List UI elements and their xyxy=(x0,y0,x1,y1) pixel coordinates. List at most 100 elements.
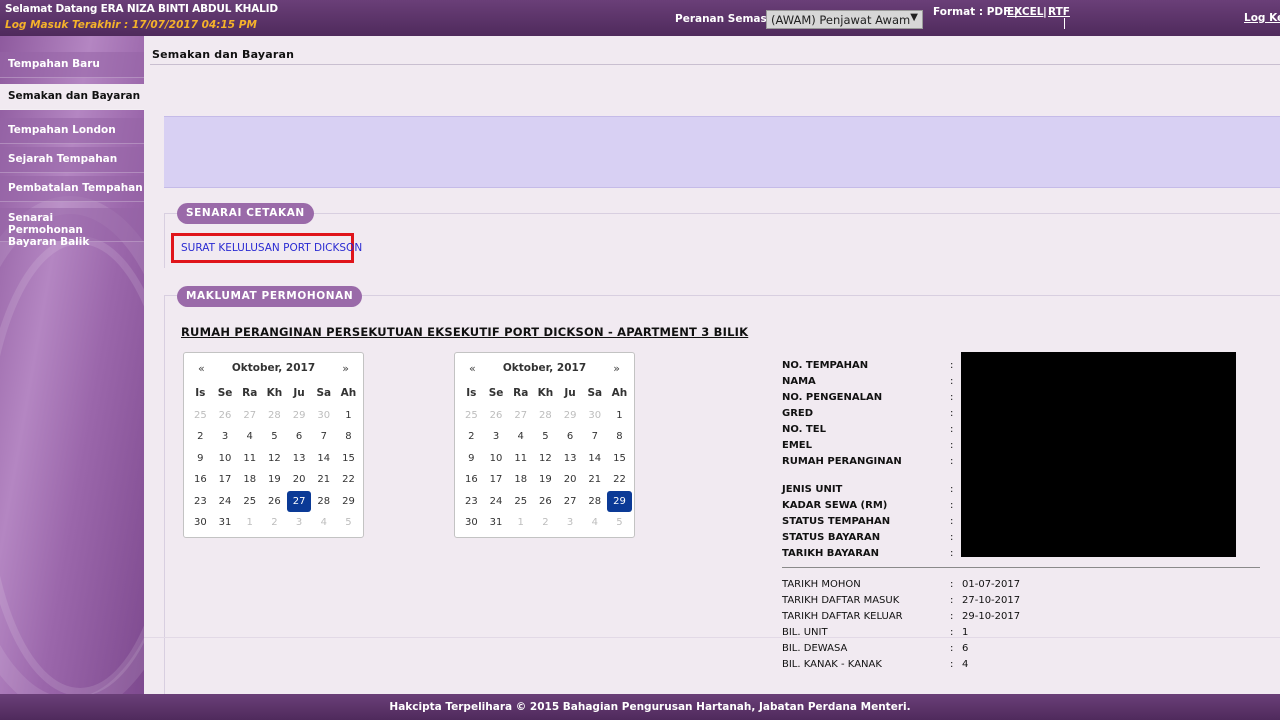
calendar-day[interactable]: 27 xyxy=(237,405,262,427)
calendar-day[interactable]: 20 xyxy=(558,469,583,491)
calendar-day[interactable]: 12 xyxy=(262,448,287,470)
calendar-day[interactable]: 7 xyxy=(582,426,607,448)
sidebar-item-tempahan-london[interactable]: Tempahan London xyxy=(0,118,144,144)
calendar-day[interactable]: 27 xyxy=(508,405,533,427)
calendar-day[interactable]: 22 xyxy=(607,469,632,491)
calendar-day[interactable]: 5 xyxy=(262,426,287,448)
calendar-day[interactable]: 1 xyxy=(336,405,361,427)
calendar-day-selected[interactable]: 29 xyxy=(607,490,632,512)
calendar-day[interactable]: 28 xyxy=(311,491,336,513)
calendar-day[interactable]: 17 xyxy=(213,469,238,491)
calendar-day[interactable]: 28 xyxy=(533,405,558,427)
calendar-day[interactable]: 30 xyxy=(459,512,484,534)
calendar-day[interactable]: 25 xyxy=(459,405,484,427)
sidebar-item-sejarah-tempahan[interactable]: Sejarah Tempahan xyxy=(0,147,144,173)
calendar-day[interactable]: 22 xyxy=(336,469,361,491)
calendar-day[interactable]: 4 xyxy=(237,426,262,448)
calendar-day[interactable]: 12 xyxy=(533,448,558,470)
calendar-day[interactable]: 9 xyxy=(188,448,213,470)
calendar-day[interactable]: 21 xyxy=(311,469,336,491)
calendar-day[interactable]: 17 xyxy=(484,469,509,491)
calendar-day[interactable]: 29 xyxy=(558,405,583,427)
print-letter-link[interactable]: SURAT KELULUSAN PORT DICKSON xyxy=(181,242,362,254)
calendar-day[interactable]: 14 xyxy=(582,448,607,470)
calendar-day[interactable]: 1 xyxy=(607,405,632,427)
calendar-day[interactable]: 14 xyxy=(311,448,336,470)
calendar-day[interactable]: 26 xyxy=(262,491,287,513)
calendar-day[interactable]: 6 xyxy=(287,426,312,448)
calendar-day[interactable]: 5 xyxy=(336,512,361,534)
calendar-day[interactable]: 3 xyxy=(484,426,509,448)
calendar-day[interactable]: 29 xyxy=(336,491,361,513)
calendar-day[interactable]: 24 xyxy=(484,491,509,513)
calendar-day[interactable]: 4 xyxy=(311,512,336,534)
format-excel-link[interactable]: EXCEL xyxy=(1007,6,1043,18)
calendar-day[interactable]: 8 xyxy=(336,426,361,448)
calendar-day[interactable]: 31 xyxy=(484,512,509,534)
checkin-calendar[interactable]: « Oktober, 2017 » Is Se Ra Kh Ju Sa Ah 25 26 27 28… xyxy=(183,352,364,538)
role-select[interactable]: (AWAM) Penjawat Awam ▼ xyxy=(766,10,923,29)
calendar-day[interactable]: 2 xyxy=(533,512,558,534)
calendar-day[interactable]: 30 xyxy=(311,405,336,427)
next-month-icon[interactable]: » xyxy=(342,362,349,375)
calendar-day-selected[interactable]: 27 xyxy=(286,490,312,512)
logout-link[interactable]: Log Keluar xyxy=(1244,12,1280,24)
calendar-day[interactable]: 3 xyxy=(558,512,583,534)
calendar-day[interactable]: 18 xyxy=(508,469,533,491)
format-rtf-link[interactable]: RTF xyxy=(1048,6,1070,18)
calendar-day[interactable]: 26 xyxy=(213,405,238,427)
calendar-day[interactable]: 23 xyxy=(459,491,484,513)
sidebar-item-bayaran-balik[interactable]: Senarai Permohonan Bayaran Balik xyxy=(0,208,144,248)
next-month-icon[interactable]: » xyxy=(613,362,620,375)
calendar-day[interactable]: 30 xyxy=(582,405,607,427)
calendar-day[interactable]: 15 xyxy=(607,448,632,470)
calendar-day[interactable]: 2 xyxy=(188,426,213,448)
calendar-day[interactable]: 10 xyxy=(213,448,238,470)
calendar-day[interactable]: 6 xyxy=(558,426,583,448)
calendar-day[interactable]: 18 xyxy=(237,469,262,491)
calendar-day[interactable]: 1 xyxy=(508,512,533,534)
sidebar-item-tempahan-baru[interactable]: Tempahan Baru xyxy=(0,52,144,78)
calendar-day[interactable]: 31 xyxy=(213,512,238,534)
format-pdf-link[interactable]: Format : PDF | xyxy=(933,6,1018,18)
calendar-day[interactable]: 16 xyxy=(188,469,213,491)
calendar-day[interactable]: 30 xyxy=(188,512,213,534)
calendar-day[interactable]: 13 xyxy=(287,448,312,470)
calendar-day[interactable]: 16 xyxy=(459,469,484,491)
calendar-day[interactable]: 2 xyxy=(459,426,484,448)
calendar-day[interactable]: 28 xyxy=(582,491,607,513)
calendar-day[interactable]: 11 xyxy=(237,448,262,470)
calendar-day[interactable]: 1 xyxy=(237,512,262,534)
calendar-day[interactable]: 3 xyxy=(287,512,312,534)
sidebar-item-pembatalan-tempahan[interactable]: Pembatalan Tempahan xyxy=(0,176,144,202)
calendar-day[interactable]: 10 xyxy=(484,448,509,470)
calendar-day[interactable]: 26 xyxy=(484,405,509,427)
calendar-day[interactable]: 24 xyxy=(213,491,238,513)
calendar-day[interactable]: 28 xyxy=(262,405,287,427)
calendar-day[interactable]: 29 xyxy=(287,405,312,427)
calendar-day[interactable]: 25 xyxy=(237,491,262,513)
calendar-day[interactable]: 4 xyxy=(508,426,533,448)
calendar-day[interactable]: 9 xyxy=(459,448,484,470)
calendar-day[interactable]: 2 xyxy=(262,512,287,534)
calendar-day[interactable]: 25 xyxy=(508,491,533,513)
calendar-day[interactable]: 19 xyxy=(533,469,558,491)
calendar-day[interactable]: 5 xyxy=(607,512,632,534)
calendar-day[interactable]: 13 xyxy=(558,448,583,470)
calendar-day[interactable]: 23 xyxy=(188,491,213,513)
calendar-day[interactable]: 20 xyxy=(287,469,312,491)
calendar-day[interactable]: 27 xyxy=(558,491,583,513)
calendar-day[interactable]: 8 xyxy=(607,426,632,448)
calendar-day[interactable]: 25 xyxy=(188,405,213,427)
calendar-day[interactable]: 26 xyxy=(533,491,558,513)
calendar-day[interactable]: 11 xyxy=(508,448,533,470)
calendar-day[interactable]: 5 xyxy=(533,426,558,448)
checkout-calendar[interactable]: « Oktober, 2017 » Is Se Ra Kh Ju Sa Ah 25 26 27 28… xyxy=(454,352,635,538)
calendar-day[interactable]: 21 xyxy=(582,469,607,491)
calendar-day[interactable]: 3 xyxy=(213,426,238,448)
sidebar-item-semakan-bayaran[interactable]: Semakan dan Bayaran xyxy=(0,84,144,110)
calendar-day[interactable]: 7 xyxy=(311,426,336,448)
calendar-day[interactable]: 4 xyxy=(582,512,607,534)
calendar-day[interactable]: 15 xyxy=(336,448,361,470)
calendar-day[interactable]: 19 xyxy=(262,469,287,491)
